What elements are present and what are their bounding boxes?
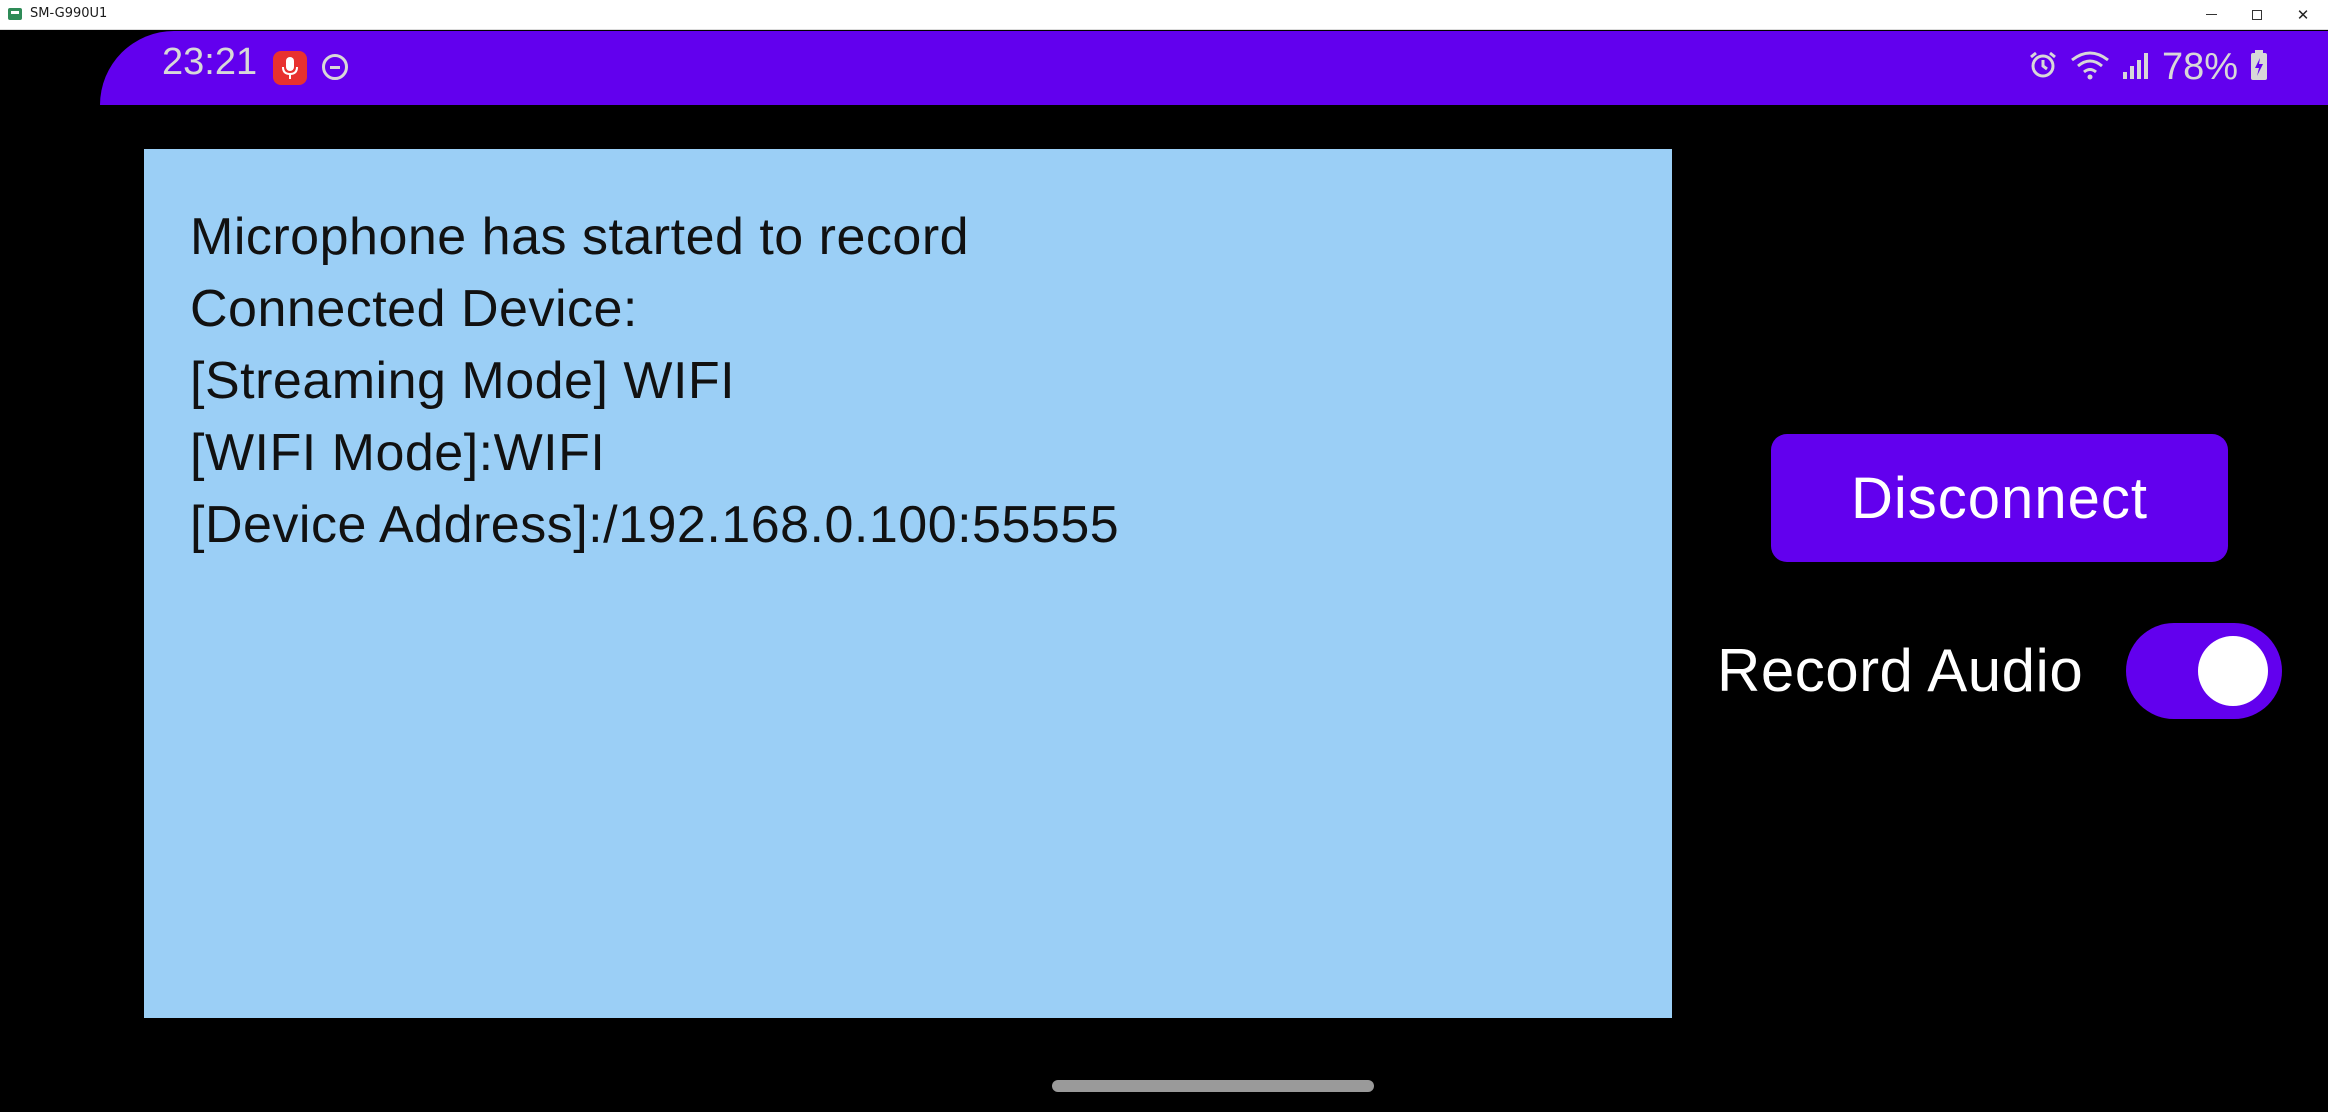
log-line-connected-device: Connected Device: (190, 280, 638, 338)
wifi-icon (2070, 50, 2110, 85)
gesture-nav-handle[interactable] (1052, 1080, 1374, 1092)
maximize-icon (2252, 9, 2262, 20)
app-icon (8, 8, 22, 20)
close-button[interactable]: ✕ (2280, 0, 2326, 29)
record-audio-label: Record Audio (1717, 637, 2084, 704)
mic-recording-icon (273, 51, 307, 85)
log-panel: Microphone has started to record Connect… (144, 149, 1672, 1018)
signal-icon (2122, 50, 2150, 85)
log-line-streaming-mode: [Streaming Mode] WIFI (190, 352, 736, 410)
minimize-button[interactable] (2188, 0, 2234, 29)
toggle-knob (2198, 636, 2268, 706)
window-title-bar: SM-G990U1 ✕ (0, 0, 2328, 30)
battery-charging-icon (2250, 49, 2268, 86)
log-line-device-address: [Device Address]:/192.168.0.100:55555 (190, 496, 1120, 554)
window-title: SM-G990U1 (30, 6, 108, 21)
close-icon: ✕ (2296, 5, 2310, 24)
record-audio-toggle[interactable] (2126, 623, 2282, 719)
log-line-wifi-mode: [WIFI Mode]:WIFI (190, 424, 606, 482)
status-clock: 23:21 (162, 41, 258, 83)
alarm-icon (2028, 50, 2058, 85)
disconnect-button[interactable]: Disconnect (1771, 434, 2228, 562)
status-right-group: 78% (2028, 45, 2268, 89)
maximize-button[interactable] (2234, 0, 2280, 29)
do-not-disturb-icon (322, 54, 348, 80)
emulator-window: SM-G990U1 ✕ 23:21 78% Microphone has sta… (0, 0, 2328, 1112)
phone-status-bar: 23:21 78% (100, 31, 2328, 105)
log-line-status: Microphone has started to record (190, 208, 970, 266)
battery-percent: 78% (2161, 45, 2238, 88)
minimize-icon (2205, 14, 2217, 15)
